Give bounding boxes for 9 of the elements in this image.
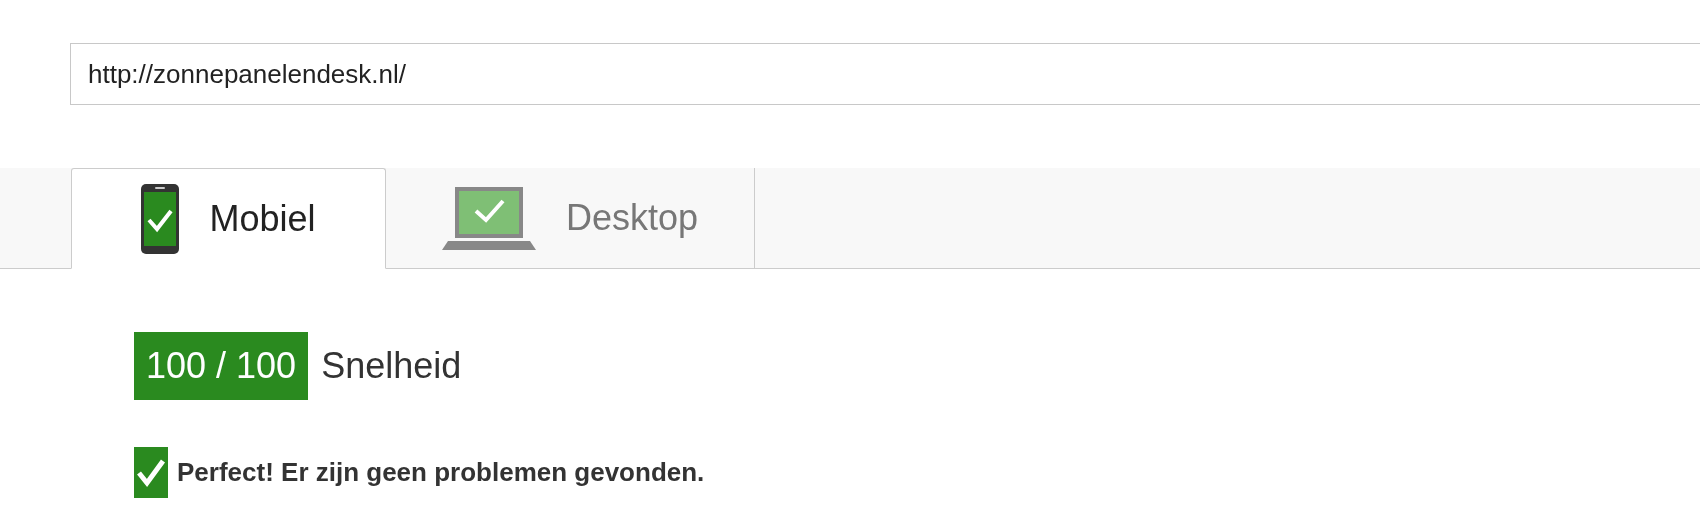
score-badge: 100 / 100 bbox=[134, 332, 309, 400]
check-icon bbox=[134, 447, 168, 498]
url-field[interactable]: http://zonnepanelendesk.nl/ bbox=[70, 43, 1700, 105]
result-message: Perfect! Er zijn geen problemen gevonden. bbox=[177, 456, 705, 489]
score-label: Snelheid bbox=[321, 344, 462, 388]
phone-icon bbox=[141, 183, 180, 254]
tab[interactable]: Mobiel bbox=[71, 168, 386, 269]
tab[interactable]: Desktop bbox=[386, 168, 755, 268]
laptop-icon bbox=[441, 186, 536, 250]
